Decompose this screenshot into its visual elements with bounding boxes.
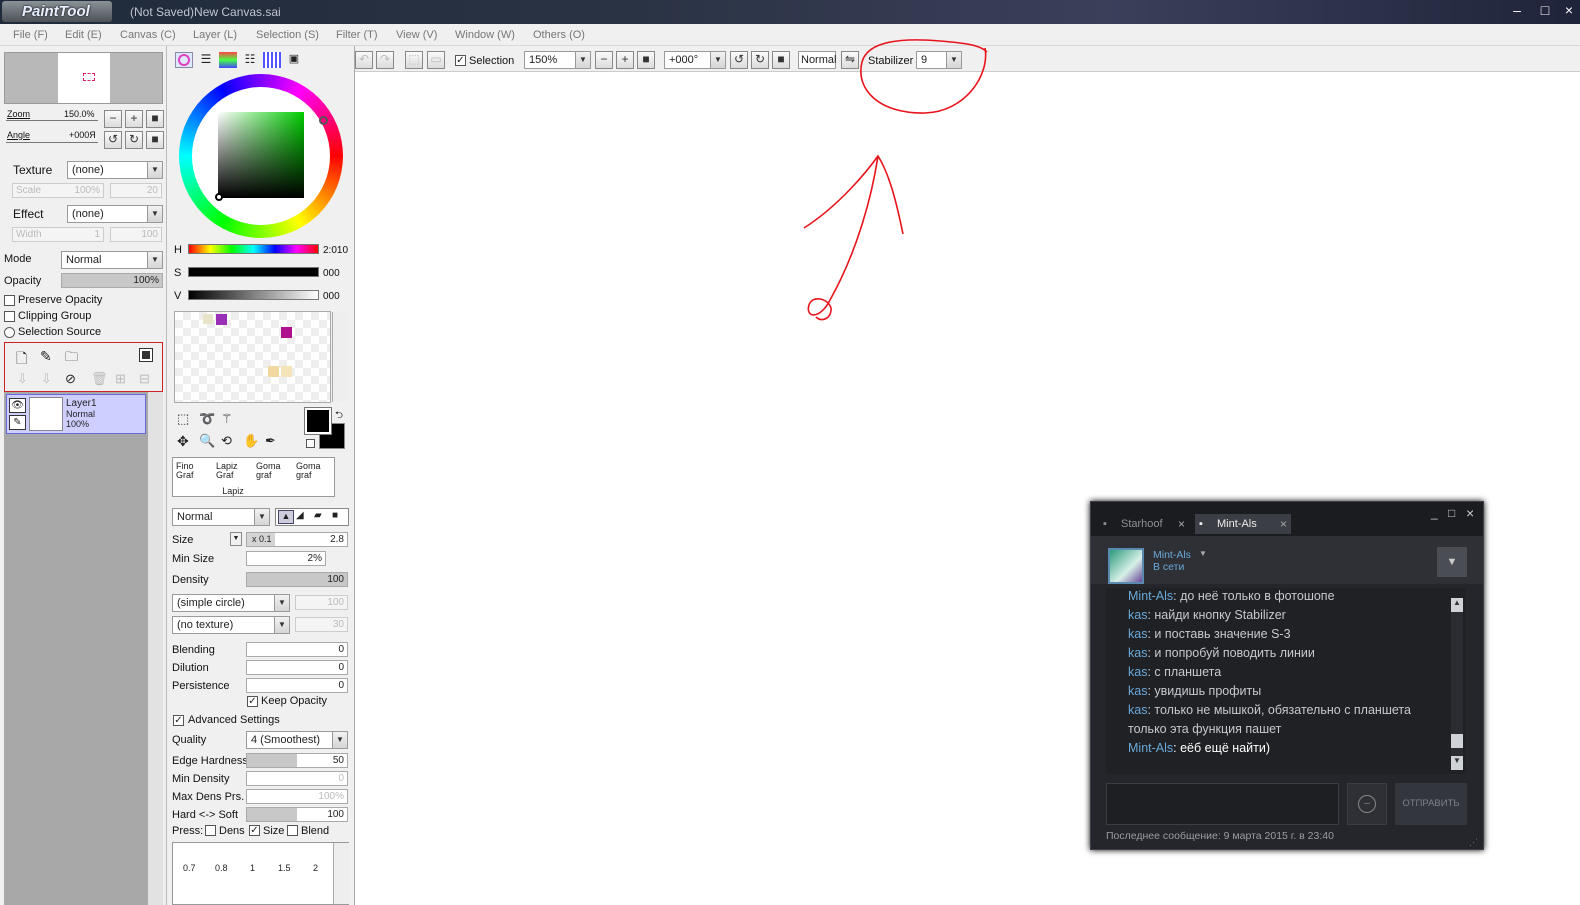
chat-input[interactable] [1106,783,1339,825]
chat-scrollbar[interactable]: ▲ ▼ [1451,598,1463,770]
chat-message: Mint-Als: еёб ещё найти) [1128,741,1271,755]
chat-message: kas: увидишь профиты [1128,684,1262,698]
chat-message: kas: найди кнопку Stabilizer [1128,608,1286,622]
scroll-up-icon: ▲ [1451,598,1463,612]
chat-message: kas: с планшета [1128,665,1222,679]
chat-bubble-icon: ▪ [1103,518,1107,530]
scroll-thumb [1451,734,1463,748]
emoticon-button[interactable]: – [1347,783,1387,825]
annotation-arrow [803,154,904,321]
chat-message: kas: и попробуй поводить линии [1128,646,1315,660]
emoticon-icon: – [1358,795,1376,813]
chat-message: Mint-Als: до неё только в фотошопе [1128,589,1335,603]
chat-options-button[interactable]: ▼ [1437,547,1467,577]
chat-message: kas: только не мышкой, обязательно с пла… [1128,703,1411,717]
chat-log: Mint-Als: до неё только в фотошопе kas: … [1106,588,1466,774]
tab-close-icon[interactable]: × [1280,514,1287,534]
chat-tab-mint-als[interactable]: ▪ Mint-Als × [1195,514,1291,534]
chat-message: kas: и поставь значение S-3 [1128,627,1291,641]
chat-close-icon[interactable]: × [1466,505,1474,521]
chat-minimize-icon[interactable]: _ [1431,506,1438,520]
friend-status: В сети [1153,561,1185,573]
resize-grip-icon[interactable]: ⋰ [1469,837,1478,848]
send-button[interactable]: ОТПРАВИТЬ [1395,783,1467,825]
friend-dropdown-icon[interactable]: ▼ [1199,549,1207,558]
chat-tab-bar: ▪ Starhoof × ▪ Mint-Als × _ □ × [1091,502,1483,536]
friend-header: Mint-Als ▼ В сети ▼ [1091,536,1483,584]
chat-maximize-icon[interactable]: □ [1448,506,1455,520]
friend-name[interactable]: Mint-Als [1153,549,1191,561]
chat-window: ▪ Starhoof × ▪ Mint-Als × _ □ × Mint-Als ▼ В… [1090,501,1484,850]
chat-tab-starhoof[interactable]: ▪ Starhoof × [1099,514,1189,534]
annotation-circle [860,39,988,114]
last-message-info: Последнее сообщение: 9 марта 2015 г. в 2… [1106,830,1334,842]
chat-message: только эта функция пашет [1128,722,1282,736]
scroll-down-icon: ▼ [1451,756,1463,770]
chat-bubble-icon: ▪ [1199,518,1203,530]
friend-avatar[interactable] [1108,548,1144,584]
tab-close-icon[interactable]: × [1178,514,1185,534]
